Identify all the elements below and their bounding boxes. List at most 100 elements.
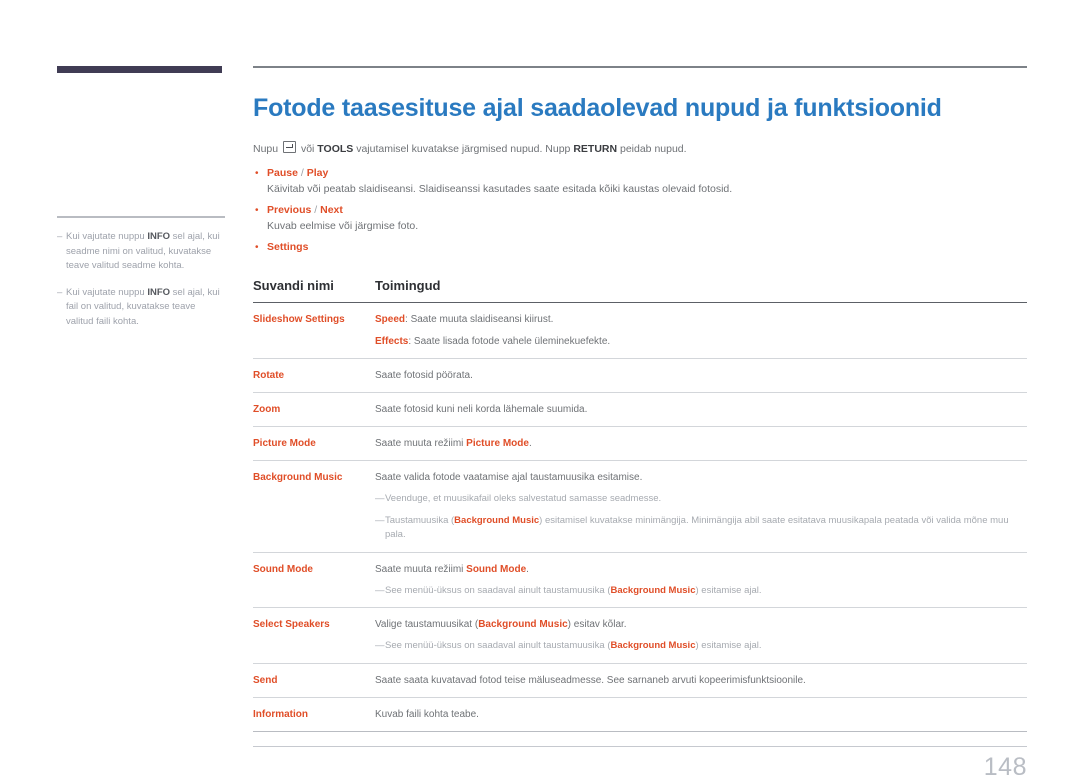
subnote-text-post: ) esitamise ajal. [695, 584, 762, 596]
highlighted-term: Background Music [610, 640, 696, 651]
subnote-text-pre: Veenduge, et muusikafail oleks salvestat… [385, 493, 662, 504]
subnote-text-pre: See menüü-üksus on saadaval ainult taust… [385, 640, 611, 651]
intro-text-3: vajutamisel kuvatakse järgmised nupud. N… [353, 143, 574, 155]
note-info-label: INFO [147, 231, 171, 242]
highlighted-term: Effects [375, 336, 409, 347]
sidebar-note: – Kui vajutate nuppu INFO sel ajal, kui f… [57, 286, 225, 330]
bullet-item: • Pause / Play Käivitab või peatab slaidis… [253, 166, 1027, 197]
highlighted-term: Background Music [454, 514, 540, 526]
bullet-heading: • Settings [253, 240, 1027, 255]
option-description-cell: Saate fotosid kuni neli korda lähemale s… [375, 392, 1027, 427]
description-line: Speed: Saate muuta slaidiseansi kiirust. [375, 312, 1027, 327]
sidebar: – Kui vajutate nuppu INFO sel ajal, kui s… [57, 66, 225, 329]
description-subnote: — Veenduge, et muusikafail oleks salvesta… [375, 492, 1027, 507]
description-text-tail: . [528, 438, 532, 449]
description-line: Saate fotosid pöörata. [375, 368, 1027, 383]
bullet-title-secondary: Play [306, 167, 329, 179]
highlighted-term: Picture Mode [466, 438, 529, 449]
sidebar-divider [57, 216, 225, 218]
option-description-cell: Saate fotosid pöörata. [375, 358, 1027, 393]
highlighted-term: Speed [375, 314, 406, 325]
option-description-cell: Saate saata kuvatavad fotod teise mäluse… [375, 663, 1027, 698]
description-line: Saate valida fotode vaatamise ajal taust… [375, 470, 1027, 485]
column-header-operations: Toimingud [375, 278, 1027, 303]
table-row: Picture Mode Saate muuta režiimi Picture … [253, 426, 1027, 461]
subnote-text: See menüü-üksus on saadaval ainult taust… [385, 584, 1027, 599]
bullet-title-separator: / [297, 167, 307, 179]
note-dash-icon: – [57, 231, 63, 242]
intro-text-4: peidab nupud. [617, 143, 687, 155]
page-title: Fotode taasesituse ajal saadaolevad nupu… [253, 94, 942, 122]
subnote-text: Veenduge, et muusikafail oleks salvestat… [385, 492, 1027, 507]
bullet-item: • Previous / Next Kuvab eelmise või järgmi… [253, 203, 1027, 234]
bullet-description: Kuvab eelmise või järgmise foto. [267, 220, 419, 232]
description-text-tail: . [526, 563, 529, 575]
option-description-cell: Saate muuta režiimi Sound Mode. — See menü… [375, 552, 1027, 608]
bullet-title-separator: / [311, 204, 321, 216]
bullet-heading: • Previous / Next [253, 203, 1027, 218]
table-row: Zoom Saate fotosid kuni neli korda lähema… [253, 392, 1027, 427]
subnote-dash-icon: — [375, 640, 385, 651]
description-line: Saate muuta režiimi Picture Mode. [375, 436, 1027, 451]
subnote-dash-icon: — [375, 514, 385, 526]
description-line: Saate saata kuvatavad fotod teise mäluse… [375, 673, 1027, 688]
sidebar-note-text: Kui vajutate nuppu INFO sel ajal, kui fa… [66, 286, 225, 330]
subnote-dash-icon: — [375, 584, 385, 596]
option-name-cell: Picture Mode [253, 426, 375, 461]
bullet-dot-icon: • [255, 242, 259, 253]
bullet-description: Käivitab või peatab slaidiseansi. Slaidi… [267, 183, 733, 195]
bullet-title: Settings [267, 240, 308, 255]
description-text: Valige taustamuusikat ( [375, 619, 479, 630]
description-subnote: — See menüü-üksus on saadaval ainult taus… [375, 639, 1027, 654]
option-description-cell: Saate muuta režiimi Picture Mode. [375, 426, 1027, 461]
intro-text-1: Nupu [253, 143, 282, 155]
note-dash-icon: – [57, 286, 63, 298]
bullet-title-secondary: Next [320, 204, 343, 216]
description-text: : Saate lisada fotode vahele üleminekuef… [408, 336, 611, 347]
description-text: Saate valida fotode vaatamise ajal taust… [375, 472, 643, 483]
bullet-item: • Settings [253, 240, 1027, 255]
bullet-dot-icon: • [255, 205, 259, 216]
option-description-cell: Speed: Saate muuta slaidiseansi kiirust.… [375, 302, 1027, 359]
intro-return-label: RETURN [573, 143, 618, 155]
options-table: Suvandi nimi Toimingud Slideshow Setting… [253, 278, 1027, 732]
option-name-cell: Select Speakers [253, 607, 375, 664]
option-name-cell: Zoom [253, 392, 375, 427]
column-header-option-name: Suvandi nimi [253, 278, 375, 303]
bullet-heading: • Pause / Play [253, 166, 1027, 181]
bullet-title-primary: Settings [267, 241, 309, 253]
bullet-dot-icon: • [255, 168, 259, 179]
description-text: Saate saata kuvatavad fotod teise mäluse… [375, 674, 806, 686]
content-area: Fotode taasesituse ajal saadaolevad nupu… [253, 66, 1027, 781]
table-row: Rotate Saate fotosid pöörata. [253, 358, 1027, 393]
note-text-pre: Kui vajutate nuppu [66, 286, 148, 298]
highlighted-term: Background Music [610, 584, 696, 596]
footer-rule [253, 745, 1027, 747]
sidebar-note: – Kui vajutate nuppu INFO sel ajal, kui s… [57, 230, 225, 274]
intro-tools-label: TOOLS [317, 143, 354, 155]
description-line: Valige taustamuusikat (Background Music)… [375, 617, 1027, 632]
description-text-tail: ) esitav kõlar. [567, 619, 627, 630]
bullet-title-primary: Previous [267, 204, 312, 216]
manual-page: – Kui vajutate nuppu INFO sel ajal, kui s… [0, 0, 1080, 781]
description-subnote: — Taustamuusika (Background Music) esitam… [375, 514, 1027, 543]
enter-key-icon [283, 141, 297, 153]
subnote-text-post: ) esitamise ajal. [695, 640, 762, 651]
table-row: Slideshow Settings Speed: Saate muuta sla… [253, 302, 1027, 359]
option-description-cell: Saate valida fotode vaatamise ajal taust… [375, 460, 1027, 553]
sidebar-accent-bar [57, 66, 222, 73]
table-body: Slideshow Settings Speed: Saate muuta sla… [253, 302, 1027, 732]
description-text: Saate muuta režiimi [375, 563, 467, 575]
description-subnote: — See menüü-üksus on saadaval ainult taus… [375, 584, 1027, 599]
page-number: 148 [983, 753, 1027, 781]
bullet-title: Pause / Play [267, 166, 328, 181]
highlighted-term: Background Music [478, 619, 568, 630]
highlighted-term: Sound Mode [466, 563, 527, 575]
subnote-dash-icon: — [375, 493, 385, 504]
option-name-cell: Sound Mode [253, 552, 375, 608]
option-name-cell: Information [253, 697, 375, 732]
subnote-text: Taustamuusika (Background Music) esitami… [385, 514, 1027, 543]
description-line: Effects: Saate lisada fotode vahele ülem… [375, 334, 1027, 349]
sidebar-note-text: Kui vajutate nuppu INFO sel ajal, kui se… [66, 230, 225, 274]
note-info-label: INFO [147, 286, 171, 298]
